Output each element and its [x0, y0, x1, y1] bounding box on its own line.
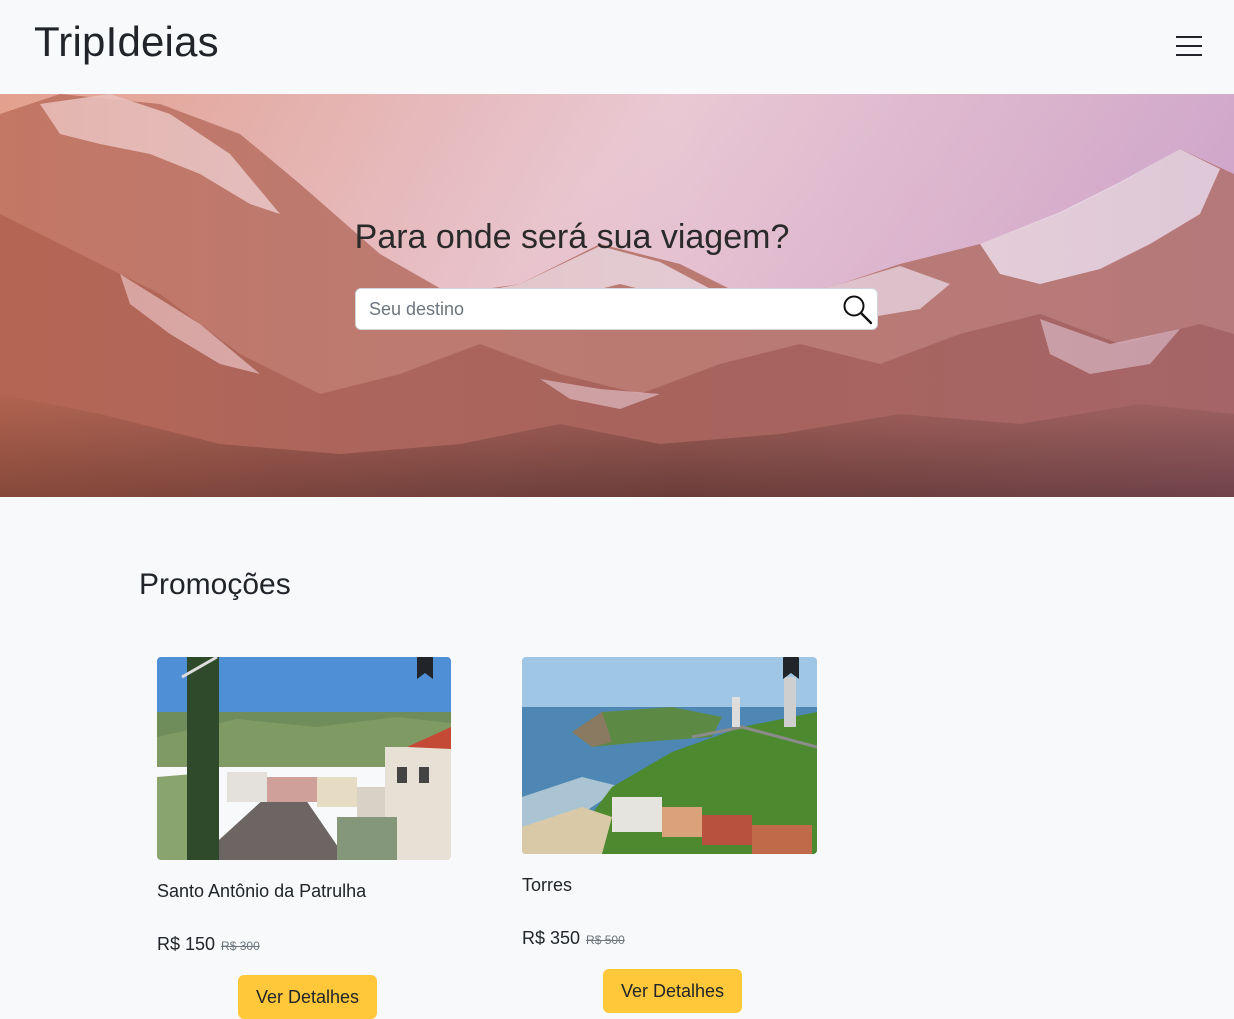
old-price: R$ 500: [586, 933, 625, 947]
search-box: [355, 288, 878, 330]
bookmark-icon: [417, 657, 433, 679]
promotion-card: Santo Antônio da Patrulha R$ 150 R$ 300 V…: [157, 656, 453, 1019]
card-title: Santo Antônio da Patrulha: [157, 881, 367, 901]
card-image: [522, 657, 817, 854]
hero-banner: Para onde será sua viagem?: [0, 94, 1234, 497]
card-image: [157, 657, 451, 860]
card-price: R$ 350 R$ 500: [522, 928, 625, 949]
navbar: TripIdeias: [0, 0, 1234, 94]
hero-title: Para onde será sua viagem?: [0, 218, 1144, 257]
current-price: R$ 350: [522, 928, 581, 948]
search-icon: [843, 295, 873, 325]
current-price: R$ 150: [157, 934, 216, 954]
bookmark-button[interactable]: [416, 656, 434, 680]
bookmark-button[interactable]: [782, 656, 800, 680]
old-price: R$ 300: [221, 939, 260, 953]
view-details-button[interactable]: Ver Detalhes: [238, 975, 378, 1019]
brand-logo[interactable]: TripIdeias: [34, 18, 219, 66]
destination-search-input[interactable]: [356, 289, 826, 329]
view-details-button[interactable]: Ver Detalhes: [603, 969, 743, 1013]
promotions-title: Promoções: [139, 568, 291, 601]
search-button[interactable]: [842, 294, 874, 326]
hero-title-text: Para onde será sua viagem?: [354, 218, 790, 256]
card-price: R$ 150 R$ 300: [157, 934, 260, 955]
hamburger-menu-icon: [1176, 36, 1202, 56]
menu-toggle-button[interactable]: [1170, 30, 1208, 62]
card-title: Torres: [522, 875, 573, 895]
bookmark-icon: [783, 657, 799, 679]
promotion-card: Torres R$ 350 R$ 500 Ver Detalhes: [522, 656, 818, 1013]
